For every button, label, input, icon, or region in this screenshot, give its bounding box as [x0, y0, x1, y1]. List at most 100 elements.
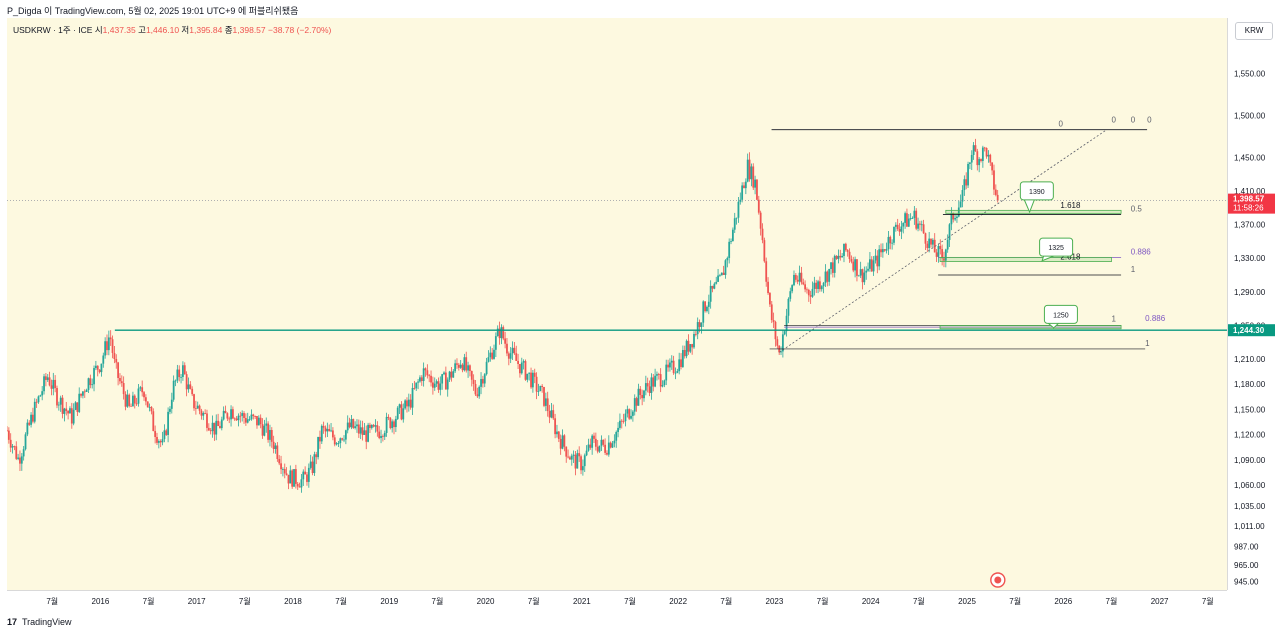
- candle-body: [80, 393, 82, 396]
- candle-body: [89, 378, 92, 386]
- candle-body: [233, 418, 236, 420]
- candle-body: [461, 364, 464, 371]
- candle-body: [930, 238, 932, 245]
- candle-body: [289, 470, 292, 484]
- candle-body: [481, 378, 484, 384]
- candle-body: [67, 410, 70, 414]
- candle-body: [122, 383, 125, 395]
- candle-body: [222, 410, 225, 420]
- candle-body: [969, 162, 971, 164]
- candle-body: [126, 394, 129, 407]
- chart-area[interactable]: 0 0.5 0.886 1 0 0 0 1 0.886 1 1.618 2.618 1390 1325 12…: [7, 18, 1227, 590]
- candle-body: [544, 398, 547, 406]
- candle-body: [256, 416, 258, 426]
- candle-body: [504, 338, 507, 344]
- candle-body: [806, 289, 808, 291]
- target-zone: [945, 209, 1122, 214]
- candle-body: [906, 213, 908, 227]
- candle-body: [426, 370, 429, 376]
- candle-body: [202, 412, 205, 416]
- price-chart[interactable]: 00.50.88610 0 01 0.88611.6182.6181390132512…: [7, 18, 1227, 590]
- candle-body: [209, 430, 212, 432]
- candle-body: [659, 374, 662, 387]
- candle-body: [41, 391, 44, 396]
- candle-body: [130, 405, 132, 407]
- candle-body: [187, 384, 190, 390]
- footer: 17 TradingView: [0, 610, 1280, 634]
- candle-body: [522, 361, 525, 363]
- candle-body: [981, 147, 984, 161]
- candle-body: [846, 250, 849, 252]
- candle-body: [837, 255, 840, 259]
- candle-body: [344, 430, 347, 440]
- candle-body: [506, 343, 508, 354]
- candle-body: [146, 401, 149, 408]
- candle-body: [689, 344, 692, 352]
- candle-body: [32, 414, 34, 422]
- candle-body: [661, 385, 664, 387]
- time-tick-label: 7월: [817, 596, 829, 606]
- candle-body: [52, 379, 55, 389]
- candle-body: [543, 387, 545, 406]
- price-tick-label: 1,150.00: [1234, 405, 1266, 414]
- candle-body: [511, 347, 514, 354]
- price-tick-label: 965.00: [1234, 561, 1259, 570]
- candle-body: [98, 369, 101, 373]
- candle-body: [19, 457, 21, 464]
- candle-body: [448, 371, 451, 380]
- candle-body: [559, 438, 562, 449]
- candle-body: [748, 159, 751, 180]
- candle-body: [581, 466, 584, 471]
- candle-body: [282, 469, 284, 470]
- candle-body: [954, 218, 956, 220]
- candle-body: [293, 469, 295, 487]
- candle-body: [602, 439, 605, 445]
- candle-body: [898, 229, 901, 232]
- time-tick-label: 2018: [284, 597, 302, 606]
- candle-body: [385, 416, 388, 433]
- candle-body: [894, 224, 897, 227]
- candle-body: [356, 424, 358, 427]
- candle-body: [791, 285, 794, 292]
- time-axis[interactable]: 7월 2016 7월 2017 7월 2018 7월 2019 7월 2020 7월 2021 7월 20…: [7, 590, 1227, 611]
- candle-body: [965, 179, 968, 186]
- candle-body: [735, 217, 738, 219]
- candle-body: [430, 375, 432, 383]
- candle-body: [874, 255, 877, 261]
- candle-body: [478, 386, 481, 397]
- candle-body: [893, 226, 895, 243]
- candle-body: [280, 463, 282, 470]
- candle-body: [757, 199, 760, 213]
- candle-body: [670, 360, 673, 363]
- candle-body: [741, 185, 744, 200]
- candle-body: [350, 419, 353, 428]
- price-axis[interactable]: KRW 1,550.00 1,500.00 1,450.00 1,410.00 1,37…: [1227, 18, 1280, 590]
- candle-body: [800, 272, 803, 283]
- author-line: P_Digda 이 TradingView.com, 5월 02, 2025 1…: [7, 6, 299, 16]
- candle-body: [719, 275, 721, 277]
- change-value: −38.78 (−2.70%): [268, 25, 332, 35]
- candle-body: [463, 357, 466, 371]
- candle-body: [91, 384, 94, 386]
- candle-body: [248, 419, 251, 421]
- candle-body: [224, 410, 227, 414]
- candle-body: [365, 430, 368, 442]
- candle-body: [985, 147, 988, 157]
- candle-body: [254, 416, 257, 417]
- candle-body: [204, 412, 207, 414]
- candle-body: [580, 456, 582, 471]
- candle-body: [641, 395, 644, 399]
- price-tick-label: 987.00: [1234, 542, 1259, 551]
- candle-body: [611, 443, 614, 448]
- time-axis-labels: 7월 2016 7월 2017 7월 2018 7월 2019 7월 2020 7월 2021 7월 20…: [46, 596, 1213, 606]
- candle-body: [169, 408, 171, 412]
- candle-body: [913, 210, 916, 218]
- candle-body: [269, 430, 271, 440]
- candle-body: [309, 461, 312, 468]
- time-tick-label: 7월: [720, 596, 732, 606]
- candle-body: [552, 410, 555, 419]
- candle-body: [459, 364, 462, 368]
- candle-body: [174, 380, 177, 382]
- candle-body: [474, 383, 477, 395]
- candle-body: [548, 411, 551, 418]
